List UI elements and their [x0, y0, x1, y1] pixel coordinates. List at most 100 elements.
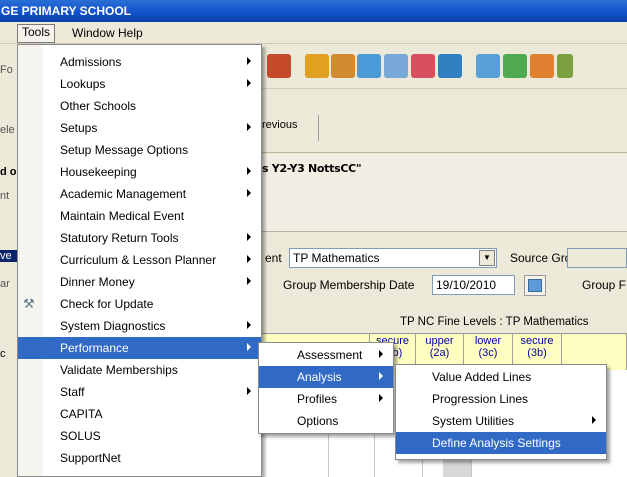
menu-bar: Tools Window Help	[0, 22, 627, 44]
tools-item-label: Admissions	[60, 55, 122, 69]
toolbar-extra-icon[interactable]	[557, 54, 573, 78]
left-partial-text: nt	[0, 190, 10, 202]
analysis-item-label: Value Added Lines	[432, 370, 532, 384]
tools-item-capita[interactable]: CAPITA	[18, 403, 261, 425]
submenu-arrow-icon	[379, 350, 383, 358]
analysis-item-progression-lines[interactable]: Progression Lines	[396, 388, 606, 410]
grid-header-line2: (2a)	[429, 347, 450, 359]
tools-wrench-icon: ⚒	[23, 296, 35, 311]
toolbar-pencil-icon[interactable]	[305, 54, 329, 78]
submenu-arrow-icon	[247, 167, 251, 175]
tools-item-setup-message-options[interactable]: Setup Message Options	[18, 139, 261, 161]
tools-item-statutory-return-tools[interactable]: Statutory Return Tools	[18, 227, 261, 249]
element-select[interactable]: TP Mathematics	[289, 248, 497, 268]
performance-item-label: Profiles	[297, 392, 338, 406]
tools-item-staff[interactable]: Staff	[18, 381, 261, 403]
toolbar-truck-icon[interactable]	[476, 54, 500, 78]
tools-item-label: Maintain Medical Event	[60, 209, 185, 223]
grid-header-line1: secure	[520, 335, 554, 347]
previous-button[interactable]: revious	[262, 119, 297, 131]
tools-item-academic-management[interactable]: Academic Management	[18, 183, 261, 205]
grid-header-line1: upper	[425, 335, 454, 347]
membership-date-label: Group Membership Date	[283, 278, 415, 292]
analysis-item-system-utilities[interactable]: System Utilities	[396, 410, 606, 432]
tools-item-label: SupportNet	[60, 451, 121, 465]
grid-header-line2: (3c)	[478, 347, 498, 359]
tools-item-label: Lookups	[60, 77, 106, 91]
tools-item-solus[interactable]: SOLUS	[18, 425, 261, 447]
tools-item-label: Setups	[60, 121, 98, 135]
tools-item-system-diagnostics[interactable]: System Diagnostics	[18, 315, 261, 337]
performance-item-label: Analysis	[297, 370, 342, 384]
tools-item-curriculum-and-lesson-planner[interactable]: Curriculum & Lesson Planner	[18, 249, 261, 271]
analysis-item-label: System Utilities	[432, 414, 515, 428]
performance-item-profiles[interactable]: Profiles	[259, 388, 393, 410]
element-value: TP Mathematics	[293, 251, 380, 265]
left-partial-text: d o	[0, 166, 17, 178]
left-partial-panel: Fo ele d o nt ve ar c	[0, 44, 17, 477]
chevron-down-icon[interactable]: ▼	[479, 250, 495, 266]
analysis-submenu: Value Added Lines Progression Lines System…	[395, 364, 607, 460]
tools-item-label: Dinner Money	[60, 275, 135, 289]
performance-item-label: Options	[297, 414, 339, 428]
tools-item-label: Check for Update	[60, 297, 154, 311]
submenu-arrow-icon	[247, 233, 251, 241]
tools-item-performance[interactable]: Performance	[18, 337, 261, 359]
tools-item-setups[interactable]: Setups	[18, 117, 261, 139]
tools-item-admissions[interactable]: Admissions	[18, 51, 261, 73]
performance-item-analysis[interactable]: Analysis	[259, 366, 393, 388]
tools-item-maintain-medical-event[interactable]: Maintain Medical Event	[18, 205, 261, 227]
tools-item-validate-memberships[interactable]: Validate Memberships	[18, 359, 261, 381]
left-partial-text: ar	[0, 278, 10, 290]
tools-item-supportnet[interactable]: SupportNet	[18, 447, 261, 469]
tools-item-dinner-money[interactable]: Dinner Money	[18, 271, 261, 293]
membership-date-input[interactable]: 19/10/2010	[432, 275, 515, 295]
performance-item-label: Assessment	[297, 348, 363, 362]
toolbar-person-icon[interactable]	[331, 54, 355, 78]
membership-date-value: 19/10/2010	[436, 278, 497, 292]
calendar-button[interactable]	[524, 275, 546, 296]
submenu-arrow-icon	[379, 394, 383, 402]
menu-help[interactable]: Help	[113, 25, 148, 42]
performance-item-options[interactable]: Options	[259, 410, 393, 432]
tools-item-lookups[interactable]: Lookups	[18, 73, 261, 95]
analysis-item-value-added-lines[interactable]: Value Added Lines	[396, 366, 606, 388]
submenu-arrow-icon	[247, 57, 251, 65]
window-title-bar: GE PRIMARY SCHOOL	[0, 0, 627, 22]
submenu-arrow-icon	[247, 255, 251, 263]
grid-caption: TP NC Fine Levels : TP Mathematics	[400, 316, 589, 328]
submenu-arrow-icon	[247, 79, 251, 87]
analysis-item-label: Progression Lines	[432, 392, 529, 406]
tools-item-housekeeping[interactable]: Housekeeping	[18, 161, 261, 183]
toolbar-window-icon[interactable]	[357, 54, 381, 78]
tools-item-other-schools[interactable]: Other Schools	[18, 95, 261, 117]
tools-item-label: System Diagnostics	[60, 319, 166, 333]
toolbar-pupil-icon[interactable]	[267, 54, 291, 78]
record-title: s Y2-Y3 NottsCC"	[262, 162, 362, 175]
submenu-arrow-icon	[247, 387, 251, 395]
source-group-field[interactable]	[567, 248, 627, 268]
toolbar-notepad-icon[interactable]	[384, 54, 408, 78]
toolbar-users-icon[interactable]	[411, 54, 435, 78]
toolbar-clock-icon[interactable]	[438, 54, 462, 78]
toolbar-transfer-icon[interactable]	[530, 54, 554, 78]
tools-item-label: Validate Memberships	[60, 363, 178, 377]
left-partial-text: ele	[0, 124, 15, 136]
analysis-item-define-analysis-settings[interactable]: Define Analysis Settings	[396, 432, 606, 454]
tools-item-label: Performance	[60, 341, 129, 355]
toolbar-globe-icon[interactable]	[503, 54, 527, 78]
tools-item-label: Setup Message Options	[60, 143, 189, 157]
submenu-arrow-icon	[247, 321, 251, 329]
menu-window[interactable]: Window	[67, 25, 120, 42]
left-partial-text: Fo	[0, 64, 13, 76]
tools-item-check-for-update[interactable]: ⚒ Check for Update	[18, 293, 261, 315]
tools-item-label: Academic Management	[60, 187, 187, 201]
calendar-icon	[528, 279, 542, 292]
tools-item-label: CAPITA	[60, 407, 103, 421]
tools-item-label: SOLUS	[60, 429, 101, 443]
performance-submenu: Assessment Analysis Profiles Options	[258, 342, 394, 434]
tools-item-label: Housekeeping	[60, 165, 137, 179]
performance-item-assessment[interactable]: Assessment	[259, 344, 393, 366]
menu-tools[interactable]: Tools	[17, 24, 56, 43]
window-title: GE PRIMARY SCHOOL	[1, 4, 132, 18]
